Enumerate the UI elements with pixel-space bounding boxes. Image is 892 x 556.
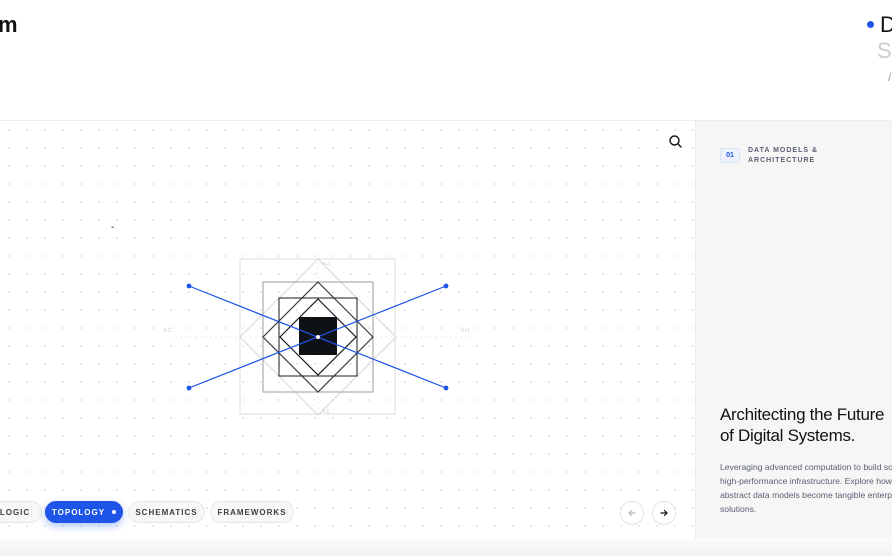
headline-line-1: Architecting the Future (720, 405, 885, 424)
tab-label: FRAMEWORKS (217, 507, 287, 517)
search-button[interactable] (666, 132, 686, 152)
tab-topology[interactable]: TOPOLOGY (45, 501, 123, 523)
node-bottom-right[interactable] (443, 385, 449, 391)
axis-label-right: X+1 (461, 328, 470, 334)
headline-line-2: of Digital Systems. (720, 426, 856, 445)
node-bottom-left[interactable] (186, 385, 192, 391)
search-icon (669, 135, 682, 148)
axis-label-left: X-1 (163, 328, 171, 334)
tab-label: SCHEMATICS (135, 507, 198, 517)
section-label: DATA MODELS & ARCHITECTURE (748, 147, 819, 164)
bottom-strip (0, 540, 892, 556)
nav-item-next[interactable]: S (877, 38, 892, 64)
section-index-badge: 01 (720, 148, 740, 163)
top-header: m D S / (0, 0, 892, 121)
arrow-right-icon (660, 509, 668, 517)
active-tab-dot (112, 510, 117, 514)
node-top-right[interactable] (443, 283, 449, 289)
active-indicator-dot (867, 21, 874, 28)
arrow-left-icon (628, 509, 636, 517)
tab-label: LOGIC (0, 507, 31, 517)
tab-label: TOPOLOGY (51, 507, 106, 517)
sidebar-headline: Architecting the Future of Digital Syste… (720, 404, 892, 446)
tab-logic[interactable]: LOGIC (0, 501, 42, 523)
axis-label-top: Y+1 (322, 262, 331, 268)
nav-tick: / (888, 70, 892, 84)
tab-frameworks[interactable]: FRAMEWORKS (210, 501, 294, 523)
topology-diagram: Y+1 Y-1 X-1 X+1 (163, 257, 470, 416)
sidebar-body: Leveraging advanced computation to build… (720, 462, 892, 514)
prev-button[interactable] (620, 501, 644, 525)
stray-mark: - (111, 222, 115, 233)
axis-label-bottom: Y-1 (322, 409, 330, 415)
next-button[interactable] (652, 501, 676, 525)
brand-wordmark[interactable]: m (0, 12, 18, 38)
nav-item-active[interactable]: D (880, 12, 892, 38)
center-point (316, 335, 320, 339)
tab-schematics[interactable]: SCHEMATICS (128, 501, 205, 523)
node-top-left[interactable] (186, 283, 192, 289)
